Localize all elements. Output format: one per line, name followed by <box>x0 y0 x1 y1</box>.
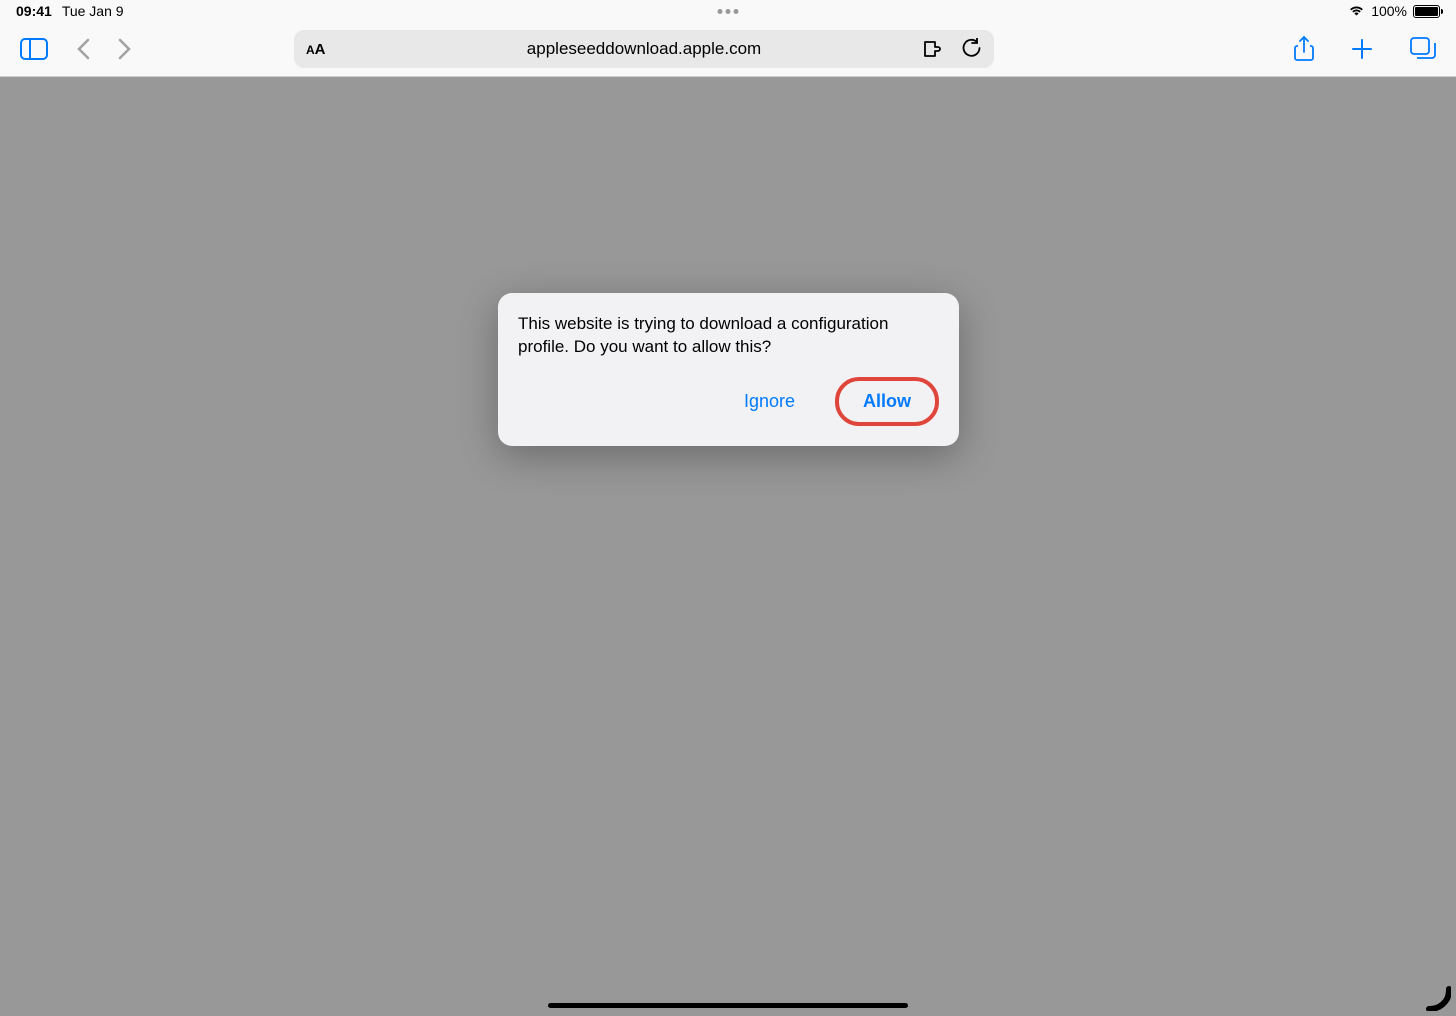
battery-percent: 100% <box>1371 3 1407 19</box>
ignore-button[interactable]: Ignore <box>734 385 805 418</box>
share-icon[interactable] <box>1294 36 1314 62</box>
forward-button-icon[interactable] <box>118 38 132 60</box>
back-button-icon[interactable] <box>76 38 90 60</box>
status-left: 09:41 Tue Jan 9 <box>16 3 124 19</box>
allow-highlight: Allow <box>835 377 939 426</box>
url-text: appleseeddownload.apple.com <box>527 39 761 59</box>
allow-button[interactable]: Allow <box>853 385 921 418</box>
reload-icon[interactable] <box>962 38 982 60</box>
home-indicator[interactable] <box>548 1003 908 1008</box>
battery-icon <box>1413 5 1440 18</box>
sidebar-icon[interactable] <box>20 38 48 60</box>
extensions-icon[interactable] <box>922 39 944 59</box>
browser-toolbar: AA appleseeddownload.apple.com <box>0 22 1456 77</box>
dialog-message: This website is trying to download a con… <box>518 313 939 359</box>
download-profile-dialog: This website is trying to download a con… <box>498 293 959 446</box>
address-bar[interactable]: AA appleseeddownload.apple.com <box>294 30 994 68</box>
status-date: Tue Jan 9 <box>62 3 124 19</box>
wifi-icon <box>1348 3 1365 19</box>
tabs-icon[interactable] <box>1410 37 1436 61</box>
status-right: 100% <box>1348 3 1440 19</box>
page-content <box>0 77 1456 1016</box>
status-bar: 09:41 Tue Jan 9 100% <box>0 0 1456 22</box>
new-tab-icon[interactable] <box>1350 37 1374 61</box>
reader-aa-icon[interactable]: AA <box>306 41 326 58</box>
corner-logo-icon <box>1421 981 1451 1011</box>
dialog-buttons: Ignore Allow <box>518 377 939 426</box>
status-time: 09:41 <box>16 3 52 19</box>
multitasking-dots-icon[interactable] <box>718 9 739 14</box>
